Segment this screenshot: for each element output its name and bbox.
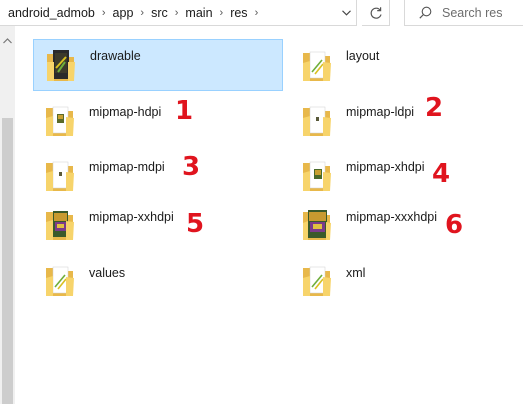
folder-icon — [46, 161, 74, 191]
folder-name: xml — [346, 266, 366, 280]
scrollbar-thumb[interactable] — [2, 118, 13, 404]
vertical-scrollbar[interactable] — [0, 26, 15, 404]
chevron-right-icon[interactable]: › — [170, 7, 184, 19]
folder-item-mipmap-hdpi[interactable]: mipmap-hdpi — [33, 95, 283, 147]
folder-name: mipmap-ldpi — [346, 105, 415, 119]
folder-name: mipmap-mdpi — [89, 160, 165, 174]
folder-icon — [47, 50, 75, 81]
annotation-number: 1 — [175, 96, 194, 126]
annotation-number: 3 — [182, 152, 201, 182]
folder-name: values — [89, 266, 126, 280]
annotation-number: 2 — [425, 93, 444, 123]
folder-item-mipmap-mdpi[interactable]: mipmap-mdpi — [33, 150, 283, 202]
breadcrumb-item-app[interactable]: app — [111, 6, 136, 20]
chevron-right-icon[interactable]: › — [135, 7, 149, 19]
breadcrumb[interactable]: android_admob › app › src › main › res › — [0, 0, 357, 26]
folder-item-values[interactable]: values — [33, 254, 283, 306]
breadcrumb-item-res[interactable]: res — [228, 6, 249, 20]
folder-icon — [303, 106, 331, 136]
address-toolbar: android_admob › app › src › main › res › — [0, 0, 523, 26]
annotation-number: 4 — [432, 159, 451, 189]
chevron-down-icon — [341, 10, 351, 16]
search-icon — [419, 6, 432, 19]
refresh-button[interactable] — [362, 0, 390, 26]
search-input[interactable] — [440, 4, 520, 21]
folder-item-xml[interactable]: xml — [290, 254, 490, 306]
breadcrumb-item-src[interactable]: src — [149, 6, 170, 20]
annotation-number: 5 — [186, 209, 205, 239]
breadcrumb-item-android-admob[interactable]: android_admob — [6, 6, 97, 20]
folder-icon — [303, 266, 331, 296]
folder-item-mipmap-ldpi[interactable]: mipmap-ldpi — [290, 95, 490, 147]
chevron-up-icon — [3, 38, 12, 44]
chevron-right-icon[interactable]: › — [215, 7, 229, 19]
folder-icon — [303, 210, 331, 240]
folder-icon — [46, 211, 74, 240]
folder-item-mipmap-xxhdpi[interactable]: mipmap-xxhdpi — [33, 198, 283, 250]
search-box[interactable] — [404, 0, 523, 26]
folder-item-layout[interactable]: layout — [290, 39, 490, 91]
chevron-right-icon[interactable]: › — [97, 7, 111, 19]
folder-icon — [46, 266, 74, 296]
annotation-number: 6 — [445, 210, 464, 240]
folder-name: mipmap-hdpi — [89, 105, 162, 119]
folder-name: mipmap-xhdpi — [346, 160, 425, 174]
folder-item-mipmap-xhdpi[interactable]: mipmap-xhdpi — [290, 150, 490, 202]
folder-name: drawable — [90, 49, 141, 63]
folder-name: mipmap-xxhdpi — [89, 210, 174, 224]
folder-name: layout — [346, 49, 380, 63]
folder-icon — [46, 106, 74, 136]
folder-icon — [303, 161, 331, 191]
folder-icon — [303, 51, 331, 81]
chevron-right-icon[interactable]: › — [250, 7, 264, 19]
breadcrumb-item-main[interactable]: main — [183, 6, 214, 20]
folder-item-drawable[interactable]: drawable — [33, 39, 283, 91]
address-history-dropdown[interactable] — [337, 3, 355, 23]
folder-name: mipmap-xxxhdpi — [346, 210, 438, 224]
scroll-up-button[interactable] — [0, 34, 15, 48]
refresh-icon — [370, 6, 382, 19]
